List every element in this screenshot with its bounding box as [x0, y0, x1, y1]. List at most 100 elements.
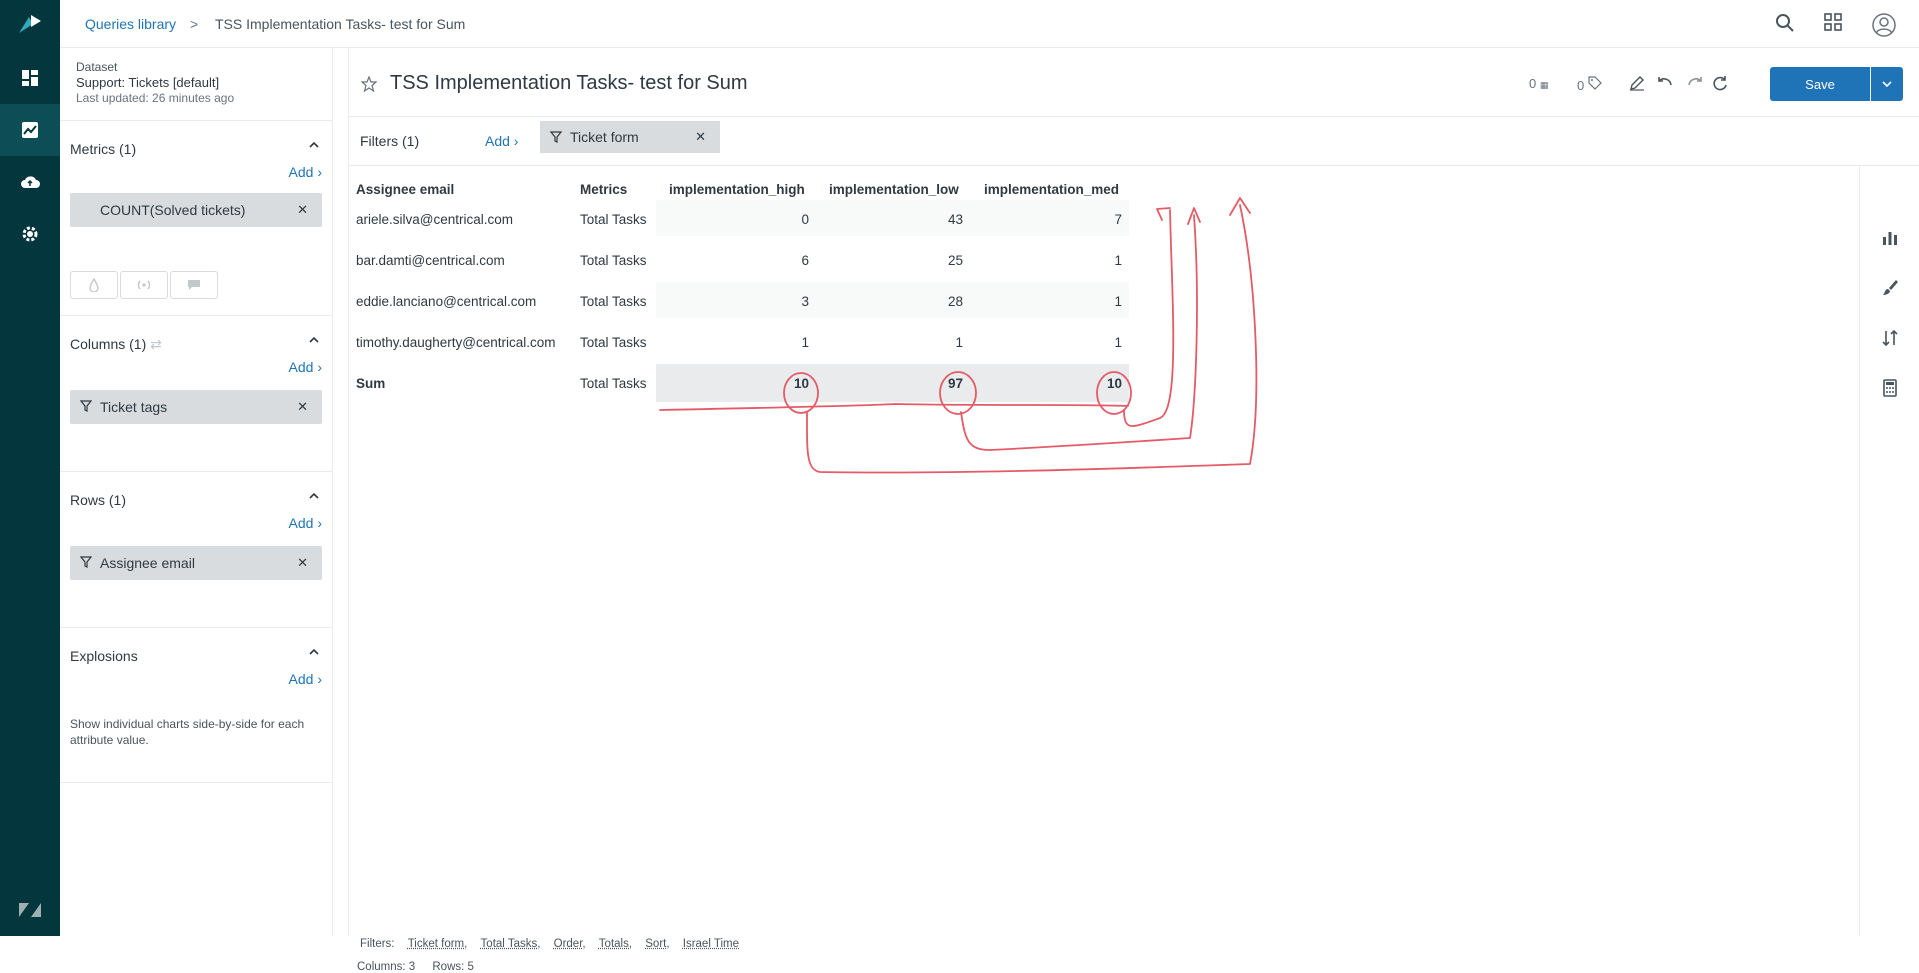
explosions-add-link[interactable]: Add ›: [289, 671, 322, 687]
zendesk-explore-logo-icon[interactable]: [0, 0, 60, 48]
columns-section: Columns (1) ⇄ Add › Ticket tags ✕: [60, 315, 332, 471]
footer-filter-link[interactable]: Ticket form,: [408, 938, 468, 950]
result-table: Assignee email Metrics implementation_hi…: [349, 166, 1859, 973]
metric-pill[interactable]: COUNT(Solved tickets) ✕: [70, 193, 322, 227]
product-tray-icon[interactable]: [1824, 13, 1846, 35]
dataset-updated: Last updated: 26 minutes ago: [76, 91, 235, 105]
refresh-icon[interactable]: [1710, 73, 1730, 93]
sum-value-cell: 97: [947, 376, 963, 391]
assignee-email-cell: timothy.daugherty@centrical.com: [356, 335, 556, 350]
chevron-up-icon[interactable]: [308, 334, 320, 346]
assignee-email-cell: eddie.lanciano@centrical.com: [356, 294, 537, 309]
comment-icon[interactable]: [170, 271, 218, 299]
tag-counter: 0: [1577, 76, 1602, 93]
footer-filter-link[interactable]: Order,: [554, 938, 586, 950]
chevron-down-icon: [1882, 81, 1892, 88]
footer-filters: Filters: Ticket form, Total Tasks, Order…: [360, 938, 739, 950]
dashboard-icon[interactable]: [0, 52, 60, 104]
metric-pill-label: COUNT(Solved tickets): [100, 202, 246, 218]
signal-icon[interactable]: [120, 271, 168, 299]
chevron-up-icon[interactable]: [308, 490, 320, 502]
reports-icon[interactable]: [0, 104, 60, 156]
undo-icon[interactable]: [1655, 73, 1675, 93]
metrics-section: Metrics (1) Add › COUNT(Solved tickets) …: [60, 120, 332, 315]
value-cell: 3: [801, 294, 809, 309]
assignee-email-cell: ariele.silva@centrical.com: [356, 212, 514, 227]
columns-add-link[interactable]: Add ›: [289, 359, 322, 375]
paintbrush-icon[interactable]: [1880, 278, 1900, 298]
explosions-section: Explosions Add › Show individual charts …: [60, 627, 332, 783]
save-button[interactable]: Save: [1770, 67, 1870, 101]
datasets-cloud-icon[interactable]: [0, 156, 60, 208]
breadcrumb-separator: >: [190, 16, 199, 32]
sum-value-cell: 10: [1106, 376, 1122, 391]
save-options-button[interactable]: [1871, 67, 1903, 101]
value-cell: 1: [955, 335, 963, 350]
panel-scrollbar[interactable]: [332, 48, 348, 936]
columns-title: Columns (1) ⇄: [70, 336, 162, 352]
row-pill[interactable]: Assignee email ✕: [70, 546, 322, 580]
edit-icon[interactable]: [1627, 73, 1647, 93]
value-cell: 0: [801, 212, 809, 227]
remove-icon[interactable]: ✕: [297, 555, 308, 571]
query-builder-panel: Dataset Support: Tickets [default] Last …: [60, 48, 349, 936]
footer-filter-link[interactable]: Israel Time: [683, 938, 739, 950]
chevron-up-icon[interactable]: [308, 646, 320, 658]
sort-icon[interactable]: [1880, 328, 1900, 348]
column-pill[interactable]: Ticket tags ✕: [70, 390, 322, 424]
assignee-email-cell: bar.damti@centrical.com: [356, 253, 505, 268]
breadcrumb-current: TSS Implementation Tasks- test for Sum: [215, 16, 466, 32]
explosions-title: Explosions: [70, 648, 138, 664]
filters-label: Filters (1): [360, 133, 420, 149]
dataset-name[interactable]: Support: Tickets [default]: [76, 75, 219, 90]
query-editor: TSS Implementation Tasks- test for Sum 0…: [349, 48, 1919, 973]
settings-gear-icon[interactable]: [0, 208, 60, 260]
filter-chip-label: Ticket form: [570, 129, 639, 145]
top-bar: Queries library > TSS Implementation Tas…: [60, 0, 1919, 48]
value-cell: 7: [1114, 212, 1122, 227]
metric-cell: Total Tasks: [580, 335, 647, 350]
query-title[interactable]: TSS Implementation Tasks- test for Sum: [390, 72, 748, 95]
footer-filter-link[interactable]: Sort,: [645, 938, 669, 950]
footer-counts: Columns: 3 Rows: 5: [357, 961, 474, 973]
remove-icon[interactable]: ✕: [297, 202, 308, 218]
breadcrumb-queries-library-link[interactable]: Queries library: [85, 16, 176, 32]
rows-add-link[interactable]: Add ›: [289, 515, 322, 531]
tag-icon: [1588, 76, 1602, 90]
user-avatar-icon[interactable]: [1872, 13, 1896, 37]
metrics-add-link[interactable]: Add ›: [289, 164, 322, 180]
column-pill-label: Ticket tags: [100, 399, 168, 415]
rows-section: Rows (1) Add › Assignee email ✕: [60, 471, 332, 627]
footer-columns-count: Columns: 3: [357, 961, 416, 973]
sum-label: Sum: [356, 376, 386, 391]
filter-icon: [550, 131, 562, 143]
dataset-label: Dataset: [76, 60, 118, 74]
column-header[interactable]: Assignee email: [356, 182, 454, 197]
column-header[interactable]: implementation_high: [669, 182, 805, 197]
metric-cell: Total Tasks: [580, 376, 647, 391]
filter-bar: Filters (1) Add › Ticket form ✕: [349, 116, 1919, 166]
search-icon[interactable]: [1775, 13, 1797, 35]
metric-cell: Total Tasks: [580, 253, 647, 268]
column-header[interactable]: Metrics: [580, 182, 627, 197]
filter-chip-ticket-form[interactable]: Ticket form ✕: [540, 121, 720, 153]
chevron-up-icon[interactable]: [308, 139, 320, 151]
column-header[interactable]: implementation_low: [829, 182, 959, 197]
column-header[interactable]: implementation_med: [984, 182, 1119, 197]
chart-options-sidebar: [1859, 166, 1919, 936]
redo-icon[interactable]: [1685, 73, 1705, 93]
footer-filter-link[interactable]: Total Tasks,: [481, 938, 541, 950]
bar-chart-icon[interactable]: [1880, 228, 1900, 248]
remove-icon[interactable]: ✕: [297, 399, 308, 415]
favorite-star-icon[interactable]: [361, 76, 377, 92]
value-cell: 1: [1114, 253, 1122, 268]
drop-icon[interactable]: [70, 271, 118, 299]
footer-filters-label: Filters:: [360, 938, 395, 950]
value-cell: 1: [1114, 294, 1122, 309]
zendesk-logo-icon[interactable]: [0, 884, 60, 936]
filters-add-link[interactable]: Add ›: [485, 133, 518, 149]
calculator-icon[interactable]: [1880, 378, 1900, 398]
remove-icon[interactable]: ✕: [695, 129, 706, 145]
rows-title: Rows (1): [70, 492, 127, 508]
footer-filter-link[interactable]: Totals,: [599, 938, 632, 950]
